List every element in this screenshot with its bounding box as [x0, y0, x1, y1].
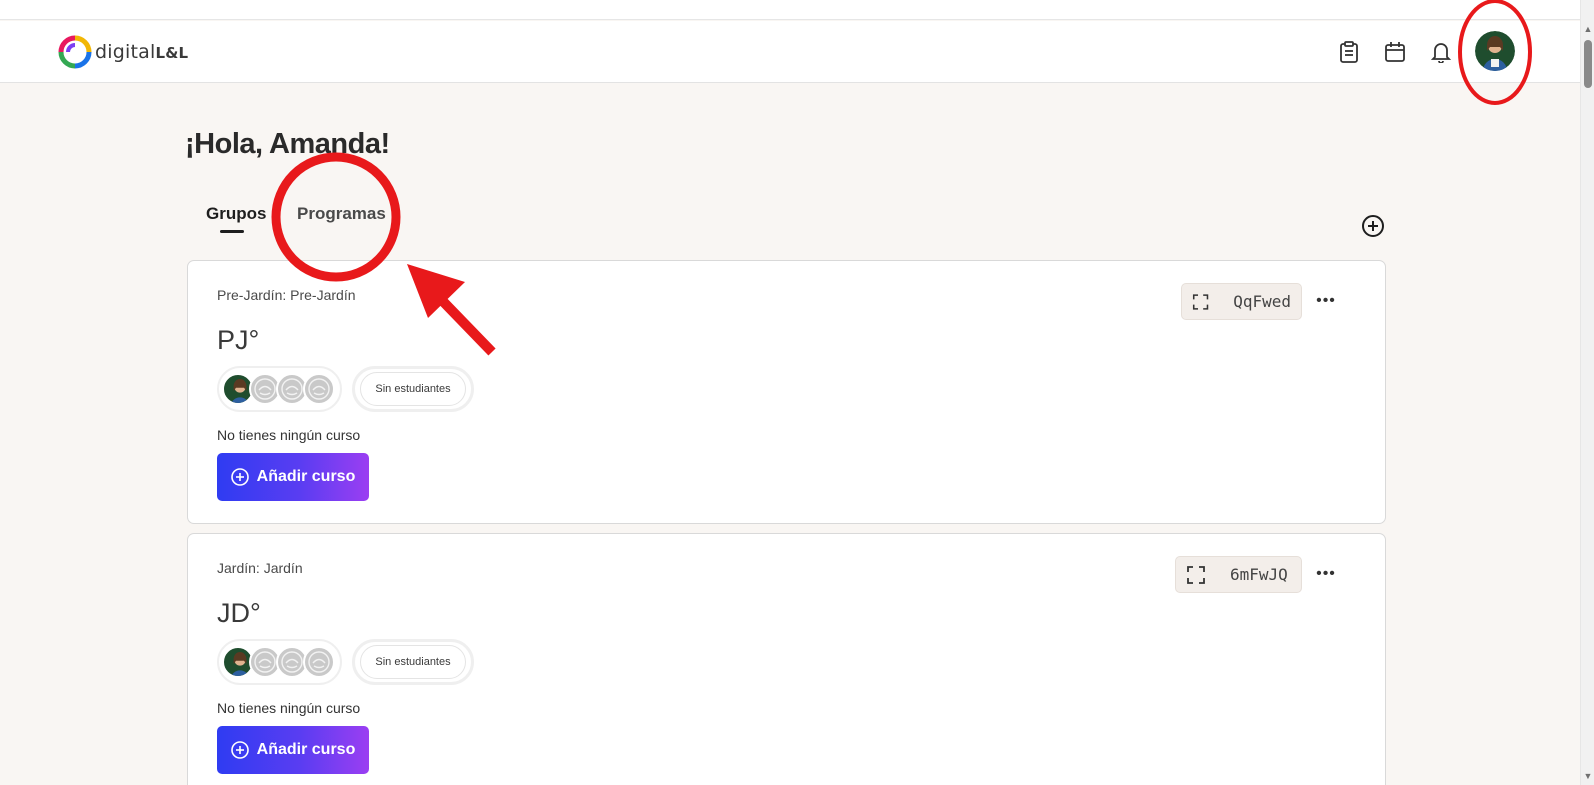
placeholder-avatar-icon — [303, 646, 335, 678]
group-code: 6mFwJQ — [1230, 565, 1288, 584]
group-card[interactable]: Pre-Jardín: Pre-Jardín PJ° Sin estudiant… — [187, 260, 1386, 524]
app-header: digitalL&L — [0, 21, 1580, 83]
no-course-text: No tienes ningún curso — [217, 427, 361, 443]
tab-grupos[interactable]: Grupos — [206, 204, 266, 224]
bell-icon[interactable] — [1428, 39, 1454, 65]
scroll-down-arrow[interactable]: ▼ — [1583, 771, 1593, 781]
plus-circle-icon — [1362, 215, 1384, 237]
expand-icon — [1187, 565, 1205, 584]
more-options-icon[interactable]: ••• — [1315, 291, 1337, 311]
add-course-label: Añadir curso — [256, 468, 356, 485]
page-scrollbar[interactable]: ▲ ▼ — [1580, 0, 1594, 785]
member-avatars[interactable] — [217, 639, 342, 685]
expand-icon — [1192, 293, 1209, 310]
user-avatar[interactable] — [1475, 31, 1515, 71]
add-group-button[interactable] — [1361, 214, 1385, 238]
group-code-button[interactable]: QqFwed — [1181, 283, 1302, 320]
students-status-badge[interactable]: Sin estudiantes — [352, 639, 474, 685]
add-course-button[interactable]: Añadir curso — [217, 453, 369, 501]
group-title: JD° — [217, 598, 261, 628]
clipboard-icon[interactable] — [1336, 39, 1362, 65]
logo-icon — [58, 35, 92, 69]
plus-circle-icon — [230, 468, 249, 486]
scroll-up-arrow[interactable]: ▲ — [1583, 24, 1593, 34]
logo-text: digitalL&L — [95, 41, 189, 63]
app-logo[interactable]: digitalL&L — [58, 35, 188, 69]
students-status-badge[interactable]: Sin estudiantes — [352, 366, 474, 412]
group-code-button[interactable]: 6mFwJQ — [1175, 556, 1302, 593]
scroll-thumb[interactable] — [1584, 40, 1592, 88]
group-program-label: Pre-Jardín: Pre-Jardín — [217, 287, 356, 303]
plus-circle-icon — [230, 741, 249, 759]
group-card[interactable]: Jardín: Jardín JD° Sin estudiantes No ti… — [187, 533, 1386, 785]
group-program-label: Jardín: Jardín — [217, 560, 303, 576]
page-greeting: ¡Hola, Amanda! — [185, 128, 390, 160]
browser-top-strip — [0, 0, 1580, 20]
calendar-icon[interactable] — [1382, 39, 1408, 65]
add-course-label: Añadir curso — [256, 741, 356, 758]
more-options-icon[interactable]: ••• — [1315, 564, 1337, 584]
group-title: PJ° — [217, 325, 260, 355]
active-tab-indicator — [220, 230, 244, 233]
tab-programas[interactable]: Programas — [297, 204, 386, 224]
member-avatars[interactable] — [217, 366, 342, 412]
placeholder-avatar-icon — [303, 373, 335, 405]
add-course-button[interactable]: Añadir curso — [217, 726, 369, 774]
group-code: QqFwed — [1233, 292, 1291, 311]
no-course-text: No tienes ningún curso — [217, 700, 361, 716]
